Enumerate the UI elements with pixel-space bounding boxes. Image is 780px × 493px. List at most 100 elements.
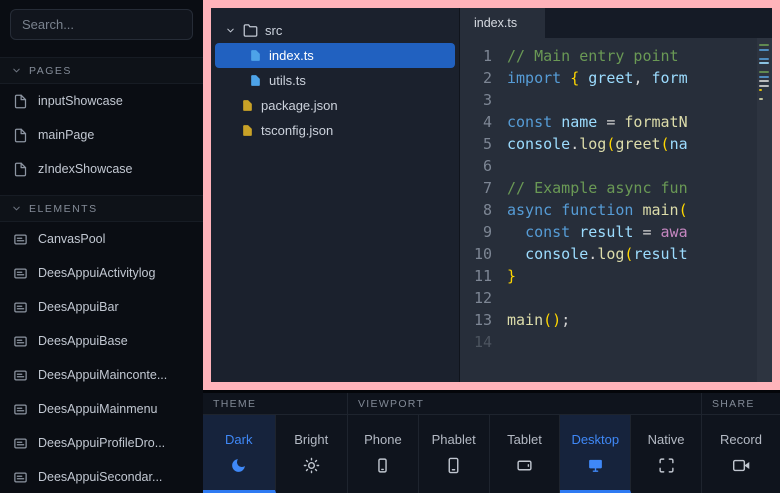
component-icon [13,402,28,417]
dark-button[interactable]: Dark [203,415,276,493]
code-area: 1// Main entry point2import { greet, for… [460,38,772,382]
code-text: } [507,265,516,287]
section-title: ELEMENTS [29,203,98,215]
code-line-7: 7// Example async fun [460,177,772,199]
sidebar-item-mainpage[interactable]: mainPage [0,118,203,152]
code-pane: index.ts 1// Main entry point2import { g… [460,8,772,382]
tree-file-tsconfig-json[interactable]: tsconfig.json [215,118,455,143]
code-line-6: 6 [460,155,772,177]
sidebar-item-label: inputShowcase [38,94,123,108]
toolbar-group-title: SHARE [702,393,780,415]
toolbar-group-title: VIEWPORT [348,393,701,415]
line-number: 12 [460,287,507,309]
line-number: 14 [460,331,507,353]
section-header-elements[interactable]: ELEMENTS [0,195,203,222]
component-icon [13,470,28,485]
code-lines: 1// Main entry point2import { greet, for… [460,45,772,353]
line-number: 7 [460,177,507,199]
sidebar-item-label: CanvasPool [38,232,105,246]
ts-file-icon [249,74,262,87]
tree-file-label: index.ts [269,48,314,63]
component-icon [13,334,28,349]
phone-button[interactable]: Phone [348,415,419,493]
tree-file-label: package.json [261,98,338,113]
line-number: 11 [460,265,507,287]
button-label: Desktop [571,432,619,447]
phablet-button[interactable]: Phablet [419,415,490,493]
sidebar-item-label: DeesAppuiActivitylog [38,266,155,280]
code-line-4: 4const name = formatN [460,111,772,133]
sidebar-sections: PAGES inputShowcase mainPage zIndexShowcase… [0,57,203,493]
sidebar-item-deesappuiactivitylog[interactable]: DeesAppuiActivitylog [0,256,203,290]
sidebar-item-label: DeesAppuiBase [38,334,128,348]
search-container [0,0,203,40]
button-label: Phone [364,432,402,447]
sidebar-item-label: DeesAppuiProfileDro... [38,436,165,450]
native-button[interactable]: Native [631,415,701,493]
sidebar-item-label: DeesAppuiMainmenu [38,402,158,416]
main-area: src index.ts utils.ts package.json tsconfig.… [203,0,780,493]
sidebar-item-label: DeesAppuiSecondar... [38,470,162,484]
record-button[interactable]: Record [702,415,780,493]
code-text: import { greet, form [507,67,688,89]
moon-icon [230,457,247,474]
minimap-mark [759,85,769,87]
sidebar-section-pages: PAGES inputShowcase mainPage zIndexShowcase [0,57,203,186]
tree-file-label: utils.ts [269,73,306,88]
component-icon [13,300,28,315]
tree-file-index-ts[interactable]: index.ts [215,43,455,68]
editor-tab-index-ts[interactable]: index.ts [460,8,545,38]
minimap-mark [759,62,769,64]
tab-label: index.ts [474,16,517,30]
sidebar-item-deesappuibar[interactable]: DeesAppuiBar [0,290,203,324]
button-label: Dark [225,432,252,447]
code-line-1: 1// Main entry point [460,45,772,67]
section-header-pages[interactable]: PAGES [0,57,203,84]
code-text: // Example async fun [507,177,688,199]
minimap[interactable] [757,38,772,382]
desktop-button[interactable]: Desktop [560,415,631,493]
line-number: 3 [460,89,507,111]
sidebar-item-inputshowcase[interactable]: inputShowcase [0,84,203,118]
code-line-14: 14 [460,331,772,353]
code-text: console.log(greet(na [507,133,688,155]
component-icon [13,266,28,281]
sidebar-item-deesappuibase[interactable]: DeesAppuiBase [0,324,203,358]
minimap-mark [759,58,769,60]
tablet-button[interactable]: Tablet [490,415,561,493]
phone-icon [374,457,391,474]
sidebar-item-deesappuimainconte[interactable]: DeesAppuiMainconte... [0,358,203,392]
tree-file-package-json[interactable]: package.json [215,93,455,118]
sidebar-item-label: zIndexShowcase [38,162,133,176]
bright-button[interactable]: Bright [276,415,348,493]
file-icon [13,128,28,143]
minimap-mark [759,80,769,82]
sidebar-section-elements: ELEMENTS CanvasPool DeesAppuiActivitylog De… [0,195,203,493]
toolbar-buttons-row: Dark Bright [203,415,347,493]
search-input[interactable] [10,9,193,40]
tree-file-label: tsconfig.json [261,123,333,138]
desktop-icon [587,457,604,474]
line-number: 13 [460,309,507,331]
line-number: 6 [460,155,507,177]
button-label: Native [648,432,685,447]
button-label: Tablet [507,432,542,447]
sidebar-item-deesappuiprofiledro[interactable]: DeesAppuiProfileDro... [0,426,203,460]
toolbar-group-viewport: VIEWPORT Phone Phablet Tablet Desktop Native [348,393,702,493]
button-label: Record [720,432,762,447]
line-number: 5 [460,133,507,155]
sidebar-item-zindexshowcase[interactable]: zIndexShowcase [0,152,203,186]
sidebar-item-deesappuisecondar[interactable]: DeesAppuiSecondar... [0,460,203,493]
tree-file-utils-ts[interactable]: utils.ts [215,68,455,93]
section-title: PAGES [29,65,72,77]
tree-folder-src[interactable]: src [215,18,455,43]
toolbar-group-share: SHARE Record [702,393,780,493]
line-number: 2 [460,67,507,89]
sidebar-item-label: mainPage [38,128,94,142]
minimap-mark [759,89,762,91]
line-number: 1 [460,45,507,67]
component-icon [13,436,28,451]
sidebar-item-deesappuimainmenu[interactable]: DeesAppuiMainmenu [0,392,203,426]
sidebar-item-canvaspool[interactable]: CanvasPool [0,222,203,256]
file-icon [13,162,28,177]
